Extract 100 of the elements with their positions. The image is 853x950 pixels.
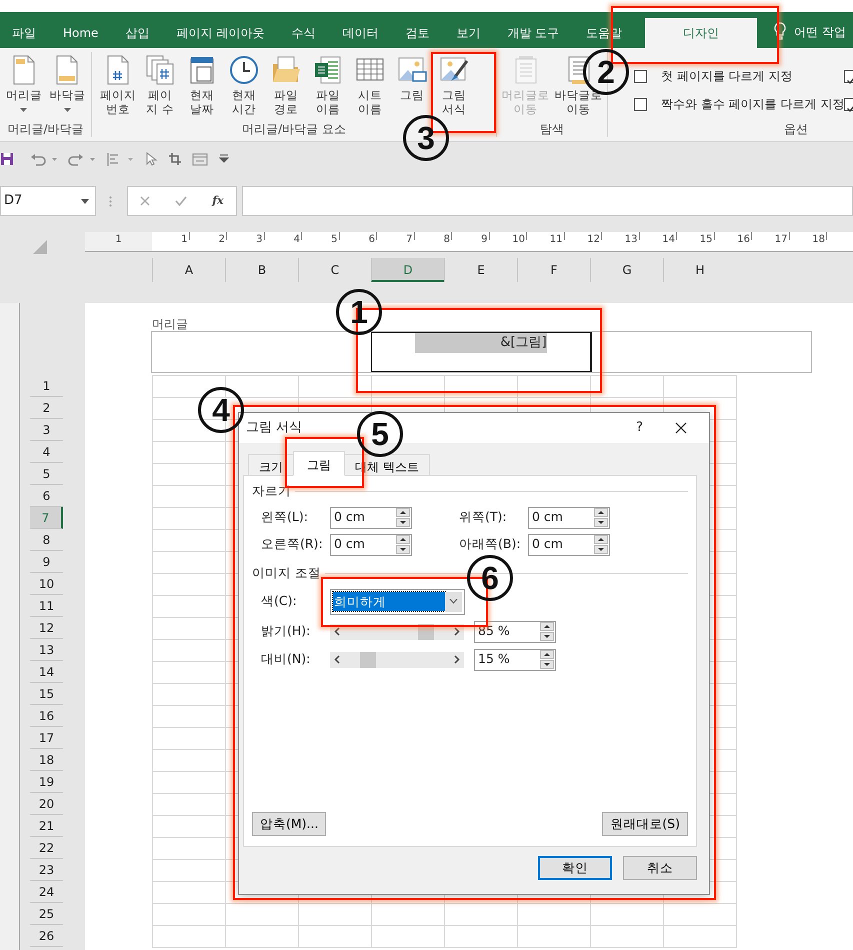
spin-up-button[interactable] [396,508,410,518]
ribbon-button[interactable]: 현재 날짜 [184,52,220,120]
number-field[interactable]: 0 cm [330,506,412,529]
color-dropdown[interactable]: 희미하게 [330,588,465,614]
lightbulb-icon[interactable] [774,22,786,40]
row-header[interactable]: 17 [30,727,63,749]
ribbon-tab[interactable]: 삽입 [113,18,162,48]
pointer-icon[interactable] [144,152,158,166]
number-field[interactable]: 15 % [474,648,556,670]
ribbon-button[interactable]: 파일 경로 [268,52,304,120]
row-header[interactable]: 18 [30,749,63,771]
field-label: 위쪽(T): [459,508,508,526]
column-header[interactable]: G [590,258,663,282]
ribbon-tab[interactable]: 데이터 [330,18,390,48]
cancel-button[interactable]: 취소 [623,856,697,880]
ruler-number: 17 [774,234,788,245]
ribbon-tab[interactable]: 디자인 [645,18,758,48]
row-header[interactable]: 21 [30,815,63,837]
column-header[interactable]: E [444,258,517,282]
spin-down-button[interactable] [540,632,554,641]
spin-up-button[interactable] [396,535,410,544]
down-triangle-icon [544,635,550,638]
row-header[interactable]: 11 [30,595,63,617]
spin-up-button[interactable] [594,508,608,518]
row-header[interactable]: 13 [30,639,63,661]
close-icon[interactable] [675,422,687,434]
row-header[interactable]: 8 [30,529,63,551]
up-triangle-icon [544,653,550,656]
row-header[interactable]: 14 [30,661,63,683]
row-header[interactable]: 15 [30,683,63,705]
row-header[interactable]: 4 [30,441,63,463]
spin-down-button[interactable] [594,518,608,528]
dropdown-caret-icon[interactable] [81,198,89,204]
row-header[interactable]: 16 [30,705,63,727]
header-area[interactable]: &[그림] [151,331,812,373]
dialog-button[interactable]: 원래대로(S) [602,812,688,836]
ribbon-tab[interactable]: 수식 [279,18,328,48]
row-header[interactable]: 25 [30,903,63,925]
up-triangle-icon [400,538,406,542]
ribbon-button[interactable]: 페이지 번호 [100,52,136,120]
size-icon[interactable] [192,152,208,166]
column-header[interactable]: D [371,258,444,282]
spin-up-button[interactable] [540,650,554,659]
spin-up-button[interactable] [594,535,608,544]
spin-down-button[interactable] [396,518,410,528]
ribbon-button[interactable]: 페이 지 수 [142,52,178,120]
row-header[interactable]: 24 [30,881,63,903]
row-header[interactable]: 3 [30,419,63,441]
row-header[interactable]: 12 [30,617,63,639]
undo-icon[interactable] [30,152,58,166]
row-header[interactable]: 19 [30,771,63,793]
number-field[interactable]: 0 cm [528,506,610,529]
spin-down-button[interactable] [594,545,608,554]
checkbox[interactable] [634,98,647,110]
row-header[interactable]: 9 [30,551,63,573]
save-icon[interactable] [0,152,14,166]
ribbon-button[interactable]: 시트 이름 [352,52,388,120]
row-header[interactable]: 20 [30,793,63,815]
ribbon-tab[interactable]: Home [51,18,110,48]
group-label: 머리글/바닥글 요소 [241,121,347,137]
ruler-number: 6 [368,234,375,245]
ribbon-tab[interactable]: 보기 [444,18,492,48]
row-header[interactable]: 10 [30,573,63,595]
help-button[interactable]: ? [636,418,643,438]
number-field[interactable]: 0 cm [330,534,412,556]
crop-icon[interactable] [168,152,182,166]
ribbon-tab[interactable]: 개발 도구 [495,18,572,48]
ribbon-button[interactable]: 파일 이름 [310,52,346,120]
insert-function-button[interactable]: fx [212,192,224,210]
formula-field[interactable] [242,186,853,216]
column-header[interactable]: B [225,258,298,282]
spin-down-button[interactable] [396,545,410,554]
redo-icon[interactable] [68,152,96,166]
ribbon-button[interactable]: 머리글 [3,52,44,120]
row-header[interactable]: 22 [30,837,63,859]
spin-down-button[interactable] [540,660,554,669]
column-header[interactable]: F [517,258,590,282]
column-header[interactable]: A [152,258,225,282]
spin-up-button[interactable] [540,622,554,631]
row-header[interactable]: 5 [30,463,63,485]
ribbon-tab[interactable]: 페이지 레이아웃 [164,18,276,48]
name-box[interactable]: D7 [0,186,96,216]
ribbon-button[interactable]: 바닥글 [46,52,88,120]
ribbon-button[interactable]: 현재 시간 [226,52,262,120]
dialog-button[interactable]: 압축(M)... [252,812,326,836]
slider-thumb[interactable] [360,652,376,668]
row-header[interactable]: 23 [30,859,63,881]
ok-button[interactable]: 확인 [538,856,612,880]
row-header[interactable]: 2 [30,397,63,419]
ribbon-tab[interactable]: 파일 [0,18,48,48]
checkbox[interactable] [634,70,647,82]
row-header[interactable]: 7 [30,507,63,529]
row-header[interactable]: 1 [30,375,63,397]
group-label: 옵션 [784,121,808,137]
ribbon-tab[interactable]: 검토 [393,18,442,48]
row-header[interactable]: 26 [30,925,63,947]
column-header[interactable]: H [663,258,736,282]
number-field[interactable]: 0 cm [528,534,610,556]
dialog-tab[interactable]: 그림 [293,451,345,476]
tell-me-text[interactable]: 어떤 작업 [794,23,846,41]
